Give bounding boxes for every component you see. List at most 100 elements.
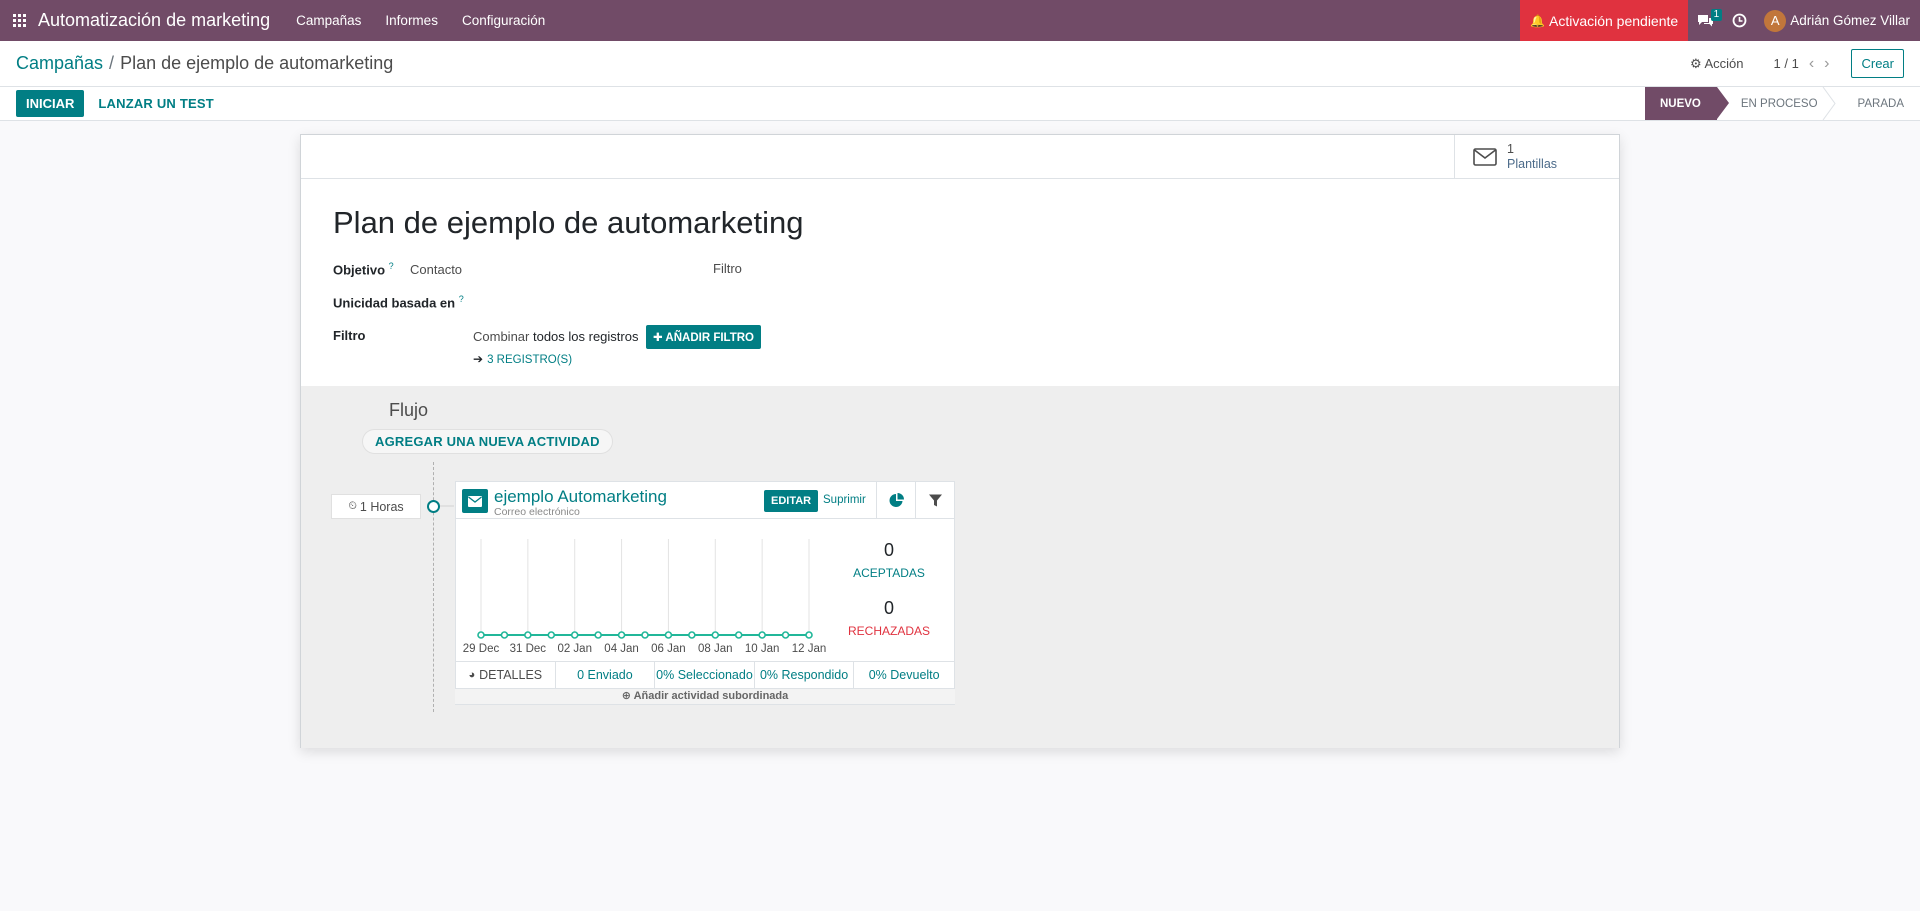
combine-prefix: Combinar [473, 329, 530, 344]
help-tooltip-icon[interactable]: ? [459, 294, 464, 304]
chart-point [781, 631, 790, 639]
control-panel: Campañas / Plan de ejemplo de automarketin… [0, 41, 1920, 87]
graph-tab[interactable] [876, 481, 916, 519]
chart-tick-label: 04 Jan [604, 643, 639, 655]
pie-chart-icon [889, 492, 904, 507]
activity-line-chart: 29 Dec 31 Dec 02 Jan 04 Jan 06 Jan 08 Jan 10 J… [463, 539, 826, 655]
breadcrumb: Campañas / Plan de ejemplo de automarketin… [16, 53, 393, 74]
campaign-title[interactable]: Plan de ejemplo de automarketing [333, 205, 803, 241]
activity-stats-panel: 29 Dec 31 Dec 02 Jan 04 Jan 06 Jan 08 Jan 10 J… [455, 519, 955, 661]
templates-smart-button[interactable]: 1 Plantillas [1454, 135, 1619, 178]
clock-icon: ⏲ [348, 500, 357, 512]
chart-point [758, 631, 766, 639]
stage-new[interactable]: NUEVO [1644, 87, 1729, 120]
menu-item-campaigns[interactable]: Campañas [284, 13, 373, 28]
chart-tick-label: 06 Jan [651, 643, 686, 655]
chart-point [477, 631, 485, 639]
user-menu[interactable]: A Adrián Gómez Villar [1756, 9, 1920, 32]
chart-point [641, 631, 649, 639]
chart-point [688, 631, 696, 639]
user-name: Adrián Gómez Villar [1790, 13, 1910, 28]
bell-icon: 🔔 [1530, 13, 1545, 28]
sent-stat[interactable]: 0 Enviado [556, 662, 656, 688]
start-button[interactable]: INICIAR [16, 90, 85, 117]
activity-delay-badge[interactable]: ⏲ 1 Horas [331, 494, 421, 519]
filter-label-right: Filtro [713, 261, 742, 276]
plus-icon: ✚ [653, 332, 663, 344]
timeline-node [427, 500, 440, 513]
add-filter-label: AÑADIR FILTRO [665, 332, 755, 344]
stage-selector: NUEVO EN PROCESO PARADA [1644, 87, 1920, 120]
workflow-title: Flujo [389, 400, 429, 420]
activity-type: Correo electrónico [494, 506, 580, 518]
pager-next-icon[interactable]: › [1824, 55, 1829, 73]
chat-button[interactable]: 1 [1688, 0, 1723, 41]
filter-domain-summary: Combinar todos los registros [473, 329, 638, 344]
activation-pending-button[interactable]: 🔔 Activación pendiente [1520, 0, 1689, 41]
menu-item-configuration[interactable]: Configuración [450, 13, 557, 28]
details-button[interactable]: ◕ DETALLES [456, 662, 556, 688]
chart-point [664, 631, 673, 639]
arrow-right-icon: ➔ [473, 352, 484, 366]
uniqueness-label: Unicidad basada en ? [333, 294, 464, 310]
smart-button-box: 1 Plantillas [301, 135, 1619, 179]
filter-label: Filtro [333, 328, 366, 343]
form-sheet: 1 Plantillas Plan de ejemplo de automark… [300, 134, 1620, 748]
activity-card-header: ejemplo Automarketing Correo electrónico… [455, 481, 877, 519]
create-button[interactable]: Crear [1851, 49, 1904, 78]
chart-point [500, 631, 509, 639]
accepted-label[interactable]: ACEPTADAS [839, 566, 939, 580]
pager-previous-icon[interactable]: ‹ [1809, 55, 1814, 73]
action-button[interactable]: ⚙ Acción [1690, 56, 1744, 72]
app-title[interactable]: Automatización de marketing [38, 10, 270, 31]
gear-icon: ⚙ [1689, 55, 1702, 71]
stage-running[interactable]: EN PROCESO [1717, 87, 1836, 120]
breadcrumb-current: Plan de ejemplo de automarketing [120, 53, 394, 73]
activation-label: Activación pendiente [1548, 12, 1679, 29]
stage-running-label: EN PROCESO [1740, 97, 1818, 110]
add-filter-button[interactable]: ✚ AÑADIR FILTRO [646, 325, 762, 349]
delete-activity-button[interactable]: Suprimir [823, 494, 866, 506]
chart-tick-label: 29 Dec [463, 643, 500, 655]
pie-chart-icon: ◕ [468, 669, 476, 681]
chart-tick-label: 10 Jan [745, 643, 780, 655]
stage-stopped[interactable]: PARADA [1834, 87, 1920, 120]
activity-delay-label: 1 Horas [359, 499, 404, 514]
filter-tab[interactable] [915, 481, 955, 519]
records-link[interactable]: ➔ 3 REGISTRO(S) [473, 352, 572, 366]
selected-stat[interactable]: 0% Seleccionado [655, 662, 755, 688]
objective-field[interactable]: Contacto [410, 262, 462, 277]
chart-point [594, 631, 602, 639]
chart-tick-label: 08 Jan [698, 643, 733, 655]
chart-point [734, 631, 743, 639]
rejected-label[interactable]: RECHAZADAS [839, 624, 939, 638]
activity-card-footer: ◕ DETALLES 0 Enviado 0% Seleccionado 0% R… [455, 661, 955, 689]
replied-stat[interactable]: 0% Respondido [755, 662, 855, 688]
envelope-icon [1473, 147, 1497, 166]
plus-circle-icon: ⊕ [621, 690, 631, 702]
add-activity-button[interactable]: AGREGAR UNA NUEVA ACTIVIDAD [362, 429, 613, 454]
rejected-count: 0 [883, 598, 894, 618]
chart-point [711, 631, 720, 639]
email-activity-icon [462, 489, 488, 513]
chart-point [617, 631, 626, 639]
bounced-stat[interactable]: 0% Devuelto [854, 662, 954, 688]
objective-label-text: Objetivo [333, 262, 386, 278]
activity-card: ejemplo Automarketing Correo electrónico… [455, 481, 955, 705]
apps-menu-icon[interactable] [0, 0, 38, 41]
chat-count-badge: 1 [1710, 9, 1723, 21]
activity-button[interactable] [1723, 0, 1756, 41]
stage-stopped-label: PARADA [1857, 97, 1904, 110]
chart-point [805, 631, 813, 639]
launch-test-button[interactable]: LANZAR UN TEST [98, 96, 213, 111]
edit-activity-button[interactable]: EDITAR [764, 490, 819, 512]
add-child-activity-button[interactable]: ⊕ Añadir actividad subordinada [455, 689, 955, 705]
chart-point [524, 631, 532, 639]
menu-item-reports[interactable]: Informes [373, 13, 450, 28]
breadcrumb-campaigns-link[interactable]: Campañas [16, 53, 103, 73]
pager-value[interactable]: 1 / 1 [1774, 56, 1799, 71]
add-child-label: Añadir actividad subordinada [633, 690, 789, 702]
activity-name[interactable]: ejemplo Automarketing [494, 487, 667, 507]
clock-icon [1732, 13, 1747, 28]
help-tooltip-icon[interactable]: ? [389, 261, 394, 271]
